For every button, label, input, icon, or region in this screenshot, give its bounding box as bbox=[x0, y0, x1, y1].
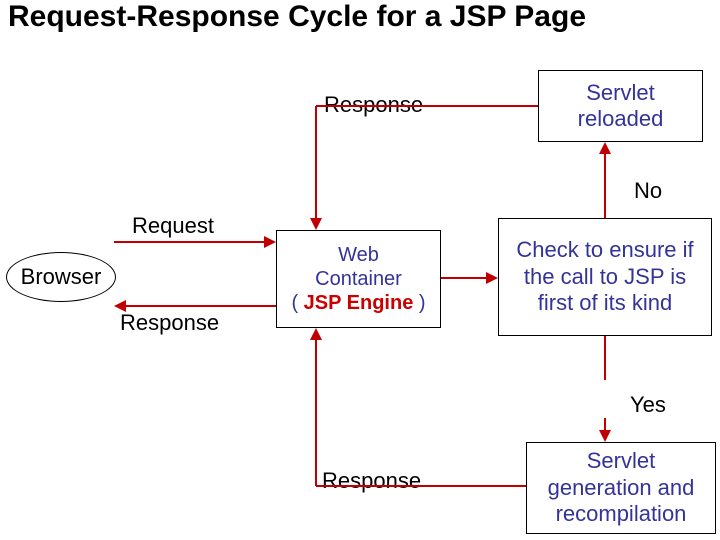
no-label: No bbox=[634, 178, 662, 204]
servlet-gen-box: Servlet generation and recompilation bbox=[526, 442, 716, 534]
page-title: Request-Response Cycle for a JSP Page bbox=[8, 0, 586, 34]
jsp-engine-text: JSP Engine bbox=[304, 292, 414, 314]
response-label-top: Response bbox=[324, 92, 423, 118]
web-line2: Container bbox=[315, 268, 402, 290]
web-line1: Web bbox=[338, 244, 379, 266]
web-paren-open: ( bbox=[291, 292, 303, 314]
browser-label: Browser bbox=[21, 264, 102, 290]
request-label: Request bbox=[132, 213, 214, 239]
response-label-browser: Response bbox=[120, 310, 219, 336]
web-container-box: Web Container ( JSP Engine ) bbox=[276, 230, 441, 328]
servlet-reloaded-text: Servlet reloaded bbox=[547, 80, 694, 133]
check-box: Check to ensure if the call to JSP is fi… bbox=[498, 218, 712, 336]
servlet-reloaded-box: Servlet reloaded bbox=[538, 70, 703, 142]
yes-label: Yes bbox=[630, 392, 666, 418]
web-paren-close: ) bbox=[413, 292, 425, 314]
servlet-gen-text: Servlet generation and recompilation bbox=[535, 448, 707, 527]
check-text: Check to ensure if the call to JSP is fi… bbox=[507, 237, 703, 316]
response-label-bottom: Response bbox=[322, 468, 421, 494]
browser-node: Browser bbox=[6, 252, 116, 302]
web-container-text: Web Container ( JSP Engine ) bbox=[291, 243, 425, 315]
